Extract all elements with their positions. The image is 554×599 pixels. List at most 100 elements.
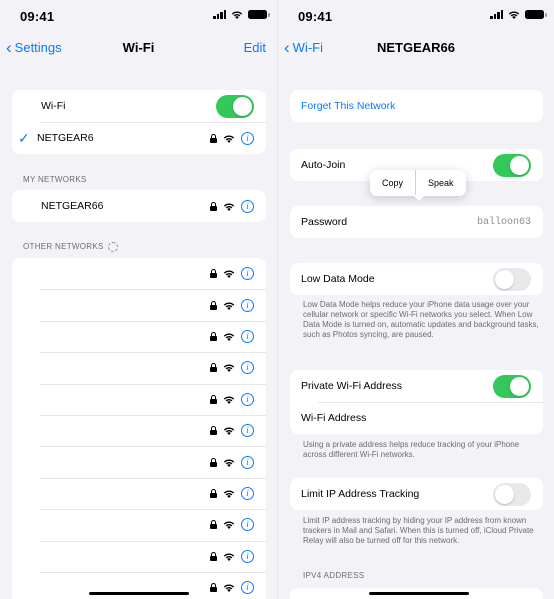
speak-menu-item[interactable]: Speak [415, 170, 466, 196]
private-address-row: Private Wi-Fi Address [290, 370, 543, 402]
network-row[interactable]: i [12, 320, 266, 352]
wifi-strength-icon [223, 202, 235, 211]
forget-network-button[interactable]: Forget This Network [290, 90, 543, 122]
password-group: Password balloon63 [290, 206, 543, 238]
network-row[interactable]: i [12, 414, 266, 446]
low-data-label: Low Data Mode [301, 273, 375, 285]
info-icon[interactable]: i [241, 424, 254, 438]
wifi-strength-icon [223, 584, 235, 593]
limit-ip-footer: Limit IP address tracking by hiding your… [303, 516, 539, 546]
checkmark-icon: ✓ [18, 129, 30, 146]
lock-icon [210, 133, 217, 143]
network-row[interactable]: i [12, 289, 266, 320]
info-icon[interactable]: i [241, 298, 254, 312]
forget-network-label: Forget This Network [301, 100, 396, 112]
password-row[interactable]: Password balloon63 [290, 206, 543, 238]
network-row[interactable]: NETGEAR66 i [12, 190, 266, 222]
private-address-label: Private Wi-Fi Address [301, 380, 402, 392]
other-networks-header: OTHER NETWORKS [23, 242, 118, 252]
limit-ip-group: Limit IP Address Tracking [290, 478, 543, 510]
info-icon[interactable]: i [241, 581, 254, 595]
password-label: Password [301, 216, 348, 228]
info-icon[interactable]: i [241, 199, 254, 213]
page-title: NETGEAR66 [376, 40, 456, 55]
lock-icon [210, 300, 217, 310]
wifi-list-screen: 09:41 ‹ Settings Wi-Fi Edit Wi-Fi ✓ NETG… [0, 0, 277, 599]
connected-network-row[interactable]: ✓ NETGEAR6 i [12, 122, 266, 154]
info-icon[interactable]: i [241, 131, 254, 145]
status-bar: 09:41 [0, 0, 277, 32]
ipv4-header: IPV4 ADDRESS [303, 571, 365, 580]
info-icon[interactable]: i [241, 329, 254, 343]
my-networks-group: NETGEAR66 i [12, 190, 266, 222]
info-icon[interactable]: i [241, 518, 254, 532]
low-data-row: Low Data Mode [290, 263, 543, 295]
wifi-strength-icon [223, 302, 235, 310]
network-row[interactable]: i [12, 509, 266, 540]
cellular-signal-icon [490, 10, 503, 19]
status-time: 09:41 [20, 9, 55, 24]
forget-group: Forget This Network [290, 90, 543, 122]
lock-icon [210, 363, 217, 373]
lock-icon [210, 488, 217, 498]
network-row[interactable]: i [12, 352, 266, 383]
info-icon[interactable]: i [241, 392, 254, 406]
info-icon[interactable]: i [241, 361, 254, 375]
info-icon[interactable]: i [241, 267, 254, 281]
info-icon[interactable]: i [241, 486, 254, 500]
edit-button[interactable]: Edit [244, 40, 266, 55]
auto-join-toggle[interactable] [493, 153, 531, 177]
page-title: Wi-Fi [122, 40, 155, 55]
nav-bar: ‹ Settings Wi-Fi Edit [0, 34, 277, 62]
private-address-footer-text: Using a private address helps reduce tra… [303, 440, 520, 459]
network-name: NETGEAR66 [41, 200, 104, 212]
limit-ip-label: Limit IP Address Tracking [301, 488, 420, 500]
network-row[interactable]: i [12, 446, 266, 477]
network-row[interactable]: i [12, 477, 266, 509]
wifi-strength-icon [223, 521, 235, 530]
wifi-toggle[interactable] [216, 94, 254, 118]
my-networks-header: MY NETWORKS [23, 175, 87, 184]
lock-icon [210, 520, 217, 530]
wifi-toggle-label: Wi-Fi [41, 100, 66, 112]
limit-ip-toggle[interactable] [493, 482, 531, 506]
network-row[interactable]: i [12, 258, 266, 289]
wifi-address-row: Wi-Fi Address [290, 402, 543, 434]
wifi-strength-icon [223, 134, 235, 143]
network-row[interactable]: i [12, 540, 266, 572]
info-icon[interactable]: i [241, 549, 254, 563]
status-bar: 09:41 [278, 0, 554, 32]
lock-icon [210, 457, 217, 467]
loading-spinner-icon [107, 242, 118, 252]
private-address-group: Private Wi-Fi Address Wi-Fi Address [290, 370, 543, 434]
copy-speak-menu: Copy Speak [370, 170, 466, 201]
wifi-strength-icon [223, 490, 235, 498]
wifi-strength-icon [223, 270, 235, 279]
connected-network-name: NETGEAR6 [37, 132, 94, 144]
other-networks-label: OTHER NETWORKS [23, 242, 104, 252]
wifi-strength-icon [223, 553, 235, 561]
password-value[interactable]: balloon63 [477, 217, 543, 228]
limit-ip-row: Limit IP Address Tracking [290, 478, 543, 510]
private-address-toggle[interactable] [493, 374, 531, 398]
wifi-strength-icon [223, 458, 235, 467]
lock-icon [210, 426, 217, 436]
wifi-status-icon [231, 11, 243, 19]
lock-icon [210, 201, 217, 211]
status-time: 09:41 [298, 9, 333, 24]
wifi-main-group: Wi-Fi ✓ NETGEAR6 i [12, 90, 266, 154]
low-data-group: Low Data Mode [290, 263, 543, 295]
private-address-footer: Using a private address helps reduce tra… [303, 440, 539, 460]
wifi-strength-icon [223, 396, 235, 404]
copy-menu-item[interactable]: Copy [370, 170, 415, 196]
lock-icon [210, 583, 217, 593]
wifi-address-label: Wi-Fi Address [301, 412, 367, 424]
lock-icon [210, 394, 217, 404]
low-data-toggle[interactable] [493, 267, 531, 291]
wifi-strength-icon [223, 364, 235, 373]
info-icon[interactable]: i [241, 455, 254, 469]
cellular-signal-icon [213, 10, 226, 19]
network-row[interactable]: i [12, 383, 266, 415]
lock-icon [210, 269, 217, 279]
nav-bar: ‹ Wi-Fi NETGEAR66 [278, 34, 554, 62]
